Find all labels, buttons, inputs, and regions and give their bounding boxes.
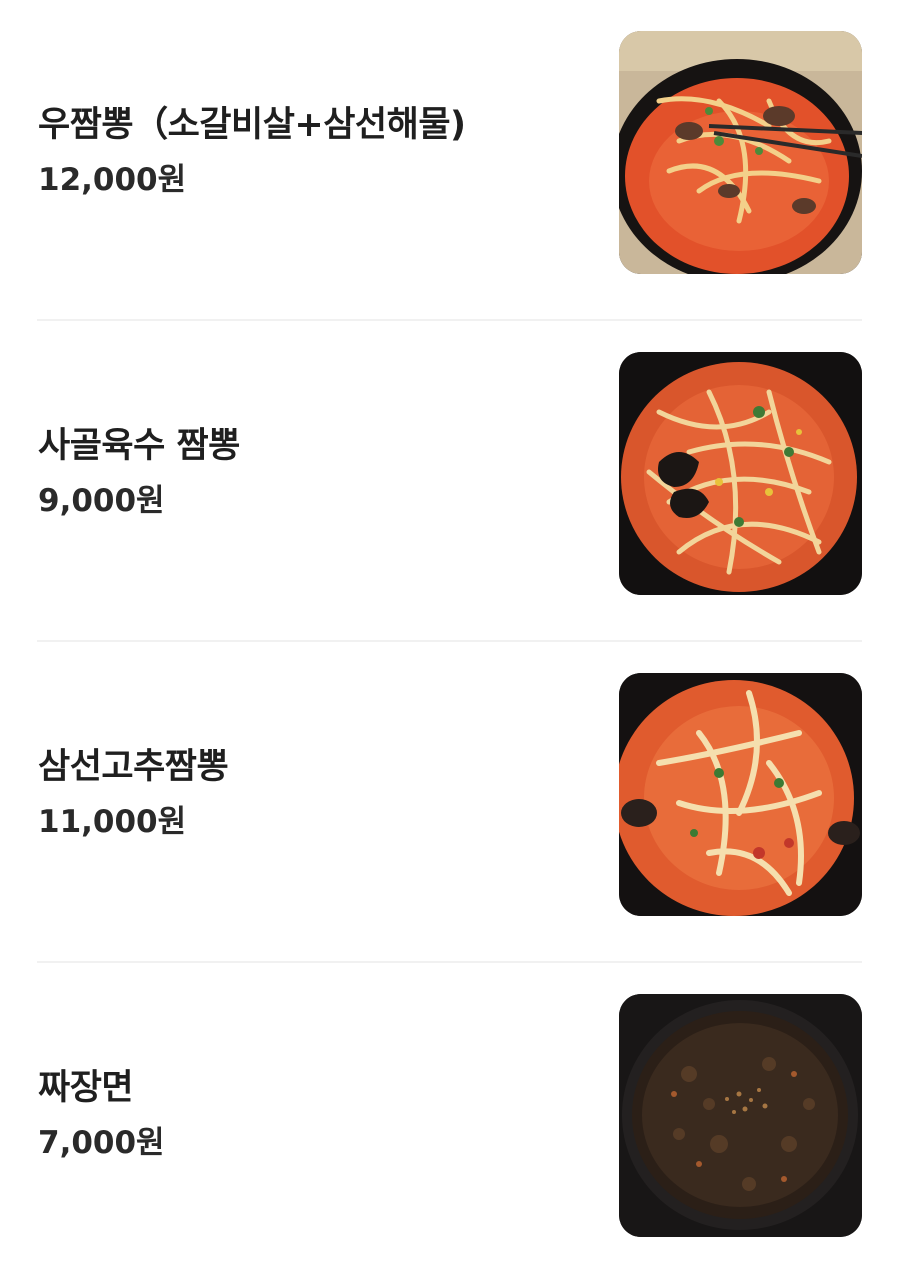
menu-item-woo-jjamppong[interactable]: 우짬뽕（소갈비살+삼선해물) 12,000원	[0, 0, 900, 321]
jjamppong-bowl-photo-icon	[619, 673, 862, 916]
menu-item-text: 삼선고추짬뽕 11,000원	[38, 745, 598, 841]
menu-item-price: 12,000원	[38, 162, 187, 198]
jjamppong-photo[interactable]	[619, 31, 862, 274]
menu-item-name: 짜장면	[38, 1068, 134, 1108]
jjamppong-bowl-photo-icon	[619, 31, 862, 274]
menu-item-price: 7,000원	[38, 1125, 165, 1161]
menu-list: 우짬뽕（소갈비살+삼선해물) 12,000원 사골육수 짬뽕 9,000원 삼선…	[0, 0, 900, 1269]
jjamppong-bowl-photo-icon	[619, 352, 862, 595]
menu-item-jajangmyeon[interactable]: 짜장면 7,000원	[0, 963, 900, 1284]
jjamppong-photo[interactable]	[619, 673, 862, 916]
menu-item-price: 11,000원	[38, 804, 187, 840]
jajangmyeon-bowl-photo-icon	[619, 994, 862, 1237]
jajangmyeon-photo[interactable]	[619, 994, 862, 1237]
menu-item-text: 우짬뽕（소갈비살+삼선해물) 12,000원	[38, 103, 598, 199]
menu-item-name: 우짬뽕（소갈비살+삼선해물)	[38, 105, 466, 145]
jjamppong-photo[interactable]	[619, 352, 862, 595]
menu-item-price: 9,000원	[38, 483, 165, 519]
menu-item-text: 사골육수 짬뽕 9,000원	[38, 424, 598, 520]
menu-item-sagol-jjamppong[interactable]: 사골육수 짬뽕 9,000원	[0, 321, 900, 642]
menu-item-name: 사골육수 짬뽕	[38, 426, 240, 466]
menu-item-text: 짜장면 7,000원	[38, 1066, 598, 1162]
menu-item-name: 삼선고추짬뽕	[38, 747, 229, 787]
menu-item-samseon-gochu-jjamppong[interactable]: 삼선고추짬뽕 11,000원	[0, 642, 900, 963]
